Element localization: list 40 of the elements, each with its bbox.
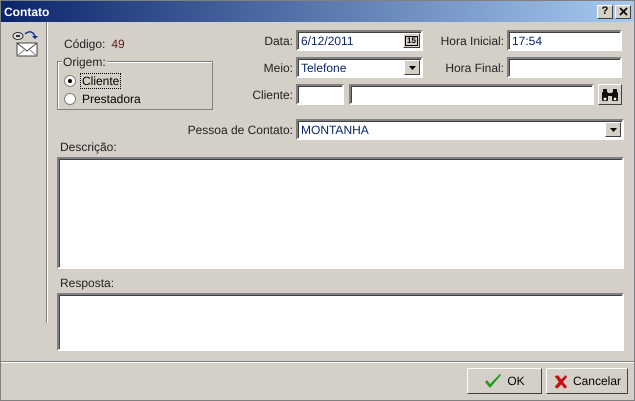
- caret-icon: [610, 128, 616, 132]
- time-field[interactable]: [507, 57, 622, 78]
- binoculars-icon: [601, 87, 620, 102]
- text-area[interactable]: [57, 293, 624, 351]
- radio-label[interactable]: Cliente: [80, 73, 122, 89]
- field-label: Data:: [263, 34, 294, 48]
- radio-button[interactable]: [64, 75, 76, 87]
- radio-button[interactable]: [64, 93, 76, 105]
- dropdown-button[interactable]: [404, 60, 420, 75]
- mail-icon: [11, 30, 41, 58]
- close-icon: [618, 7, 628, 16]
- field-label: Hora Final:: [444, 60, 505, 74]
- dropdown-field[interactable]: Telefone: [296, 57, 423, 78]
- field-label: Meio:: [262, 60, 294, 74]
- input-field[interactable]: [296, 84, 344, 105]
- field-label: Hora Inicial:: [440, 34, 505, 48]
- help-button[interactable]: ?: [597, 4, 613, 18]
- window-title: Contato: [4, 4, 50, 18]
- ok-button[interactable]: OK: [467, 368, 542, 394]
- dropdown-field[interactable]: MONTANHA: [296, 119, 624, 140]
- radio-label[interactable]: Prestadora: [80, 91, 143, 107]
- cancel-button[interactable]: Cancelar: [546, 368, 628, 394]
- caret-icon: [408, 66, 416, 70]
- calendar-button[interactable]: 15: [403, 33, 420, 48]
- dropdown-button[interactable]: [605, 122, 621, 137]
- field-label: Cliente:: [251, 88, 294, 102]
- text-area[interactable]: [57, 157, 624, 269]
- input-field[interactable]: [348, 84, 594, 105]
- time-field[interactable]: 17:54: [507, 30, 622, 51]
- field-label: Resposta:: [60, 276, 116, 290]
- field-label: Descrição:: [60, 140, 118, 154]
- group-label: Origem:: [62, 55, 107, 69]
- cross-icon: [553, 372, 568, 390]
- check-icon: [484, 373, 502, 389]
- close-button[interactable]: [615, 4, 631, 18]
- date-field[interactable]: 6/12/2011 15: [296, 30, 423, 51]
- code-value: 49: [111, 37, 125, 50]
- field-label: Pessoa de Contato:: [186, 122, 294, 136]
- field-label: Código:: [64, 37, 106, 50]
- search-button[interactable]: [598, 84, 622, 105]
